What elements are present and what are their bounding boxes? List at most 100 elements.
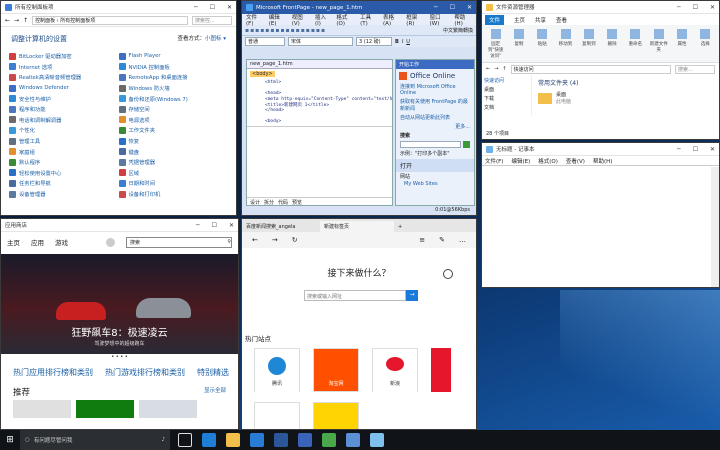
more-link[interactable]: 更多... [396, 123, 474, 130]
media-icon[interactable] [322, 433, 336, 447]
nav-item[interactable]: 下载 [484, 95, 529, 104]
control-panel-item[interactable]: Flash Player [118, 51, 229, 62]
featured-link[interactable]: 特别精选 [197, 367, 229, 378]
menu-item[interactable]: 文件(F) [485, 157, 503, 165]
folder-tile[interactable]: 桌面 此电脑 [538, 91, 578, 105]
avatar[interactable] [106, 237, 115, 247]
control-panel-item[interactable]: RemoteApp 和桌面连接 [118, 72, 229, 83]
ribbon-button[interactable]: 固定到"快速访问" [486, 27, 505, 60]
explorer-icon[interactable] [226, 433, 240, 447]
nav-item[interactable]: 桌面 [484, 86, 529, 95]
close-button[interactable]: ✕ [227, 4, 232, 11]
menu-item[interactable]: 格式(O) [336, 13, 354, 27]
bold-button[interactable]: B [395, 39, 399, 45]
control-panel-item[interactable]: 程序和功能 [9, 104, 119, 115]
control-panel-item[interactable]: BitLocker 驱动器加密 [9, 51, 119, 62]
site-link[interactable]: My Web Sites [396, 181, 474, 187]
ribbon-button[interactable]: 新建文件夹 [649, 27, 668, 60]
view-tab[interactable]: 预览 [292, 199, 302, 206]
notepad-icon[interactable] [370, 433, 384, 447]
top-site-tile[interactable] [254, 402, 300, 429]
search-input[interactable]: 搜索控... [192, 15, 232, 25]
ribbon-button[interactable]: 移动到 [556, 27, 575, 60]
partial-tile[interactable] [431, 348, 451, 392]
font-select[interactable]: 宋体 [288, 37, 353, 46]
control-panel-item[interactable]: 轻松使用设置中心 [9, 168, 119, 179]
menu-item[interactable]: 视图(V) [292, 13, 309, 27]
menu-item[interactable]: 帮助(H) [454, 13, 472, 27]
ribbon-tab[interactable]: 共享 [535, 16, 546, 24]
cortana-search[interactable]: ○ 有问题尽管问我 ♪ [20, 430, 170, 450]
control-panel-item[interactable]: 恢复 [118, 136, 229, 147]
search-input[interactable]: 搜索... [675, 64, 715, 74]
control-panel-item[interactable]: 区域 [118, 168, 229, 179]
search-input[interactable]: 搜索或输入网址 [304, 290, 406, 301]
close-button[interactable]: ✕ [710, 4, 715, 11]
task-link[interactable]: 连接到 Microsoft Office Online [400, 83, 470, 96]
control-panel-item[interactable]: 安全性与维护 [9, 93, 119, 104]
control-panel-item[interactable]: 家庭组 [9, 146, 119, 157]
ribbon-button[interactable]: 复制到 [579, 27, 598, 60]
control-panel-item[interactable]: 设备和打印机 [118, 189, 229, 200]
maximize-button[interactable]: ☐ [450, 4, 455, 11]
ribbon-tab[interactable]: 主页 [514, 16, 525, 24]
view-tab[interactable]: 代码 [278, 199, 288, 206]
menu-item[interactable]: 文件(F) [246, 13, 263, 27]
profile-icon[interactable] [443, 269, 453, 279]
underline-button[interactable]: U [406, 39, 410, 45]
minimize-button[interactable]: ─ [434, 4, 438, 11]
up-button[interactable]: ↑ [23, 17, 28, 24]
close-button[interactable]: ✕ [710, 146, 715, 153]
start-button[interactable]: ⊞ [0, 435, 20, 445]
size-select[interactable]: 3 (12 磅) [356, 37, 392, 46]
control-panel-item[interactable]: Internet 选项 [9, 62, 119, 73]
nav-apps[interactable]: 应用 [31, 237, 44, 247]
xbox-tile[interactable] [76, 400, 134, 418]
maximize-button[interactable]: ☐ [693, 146, 698, 153]
view-tab[interactable]: 拆分 [264, 199, 274, 206]
minimize-button[interactable]: ─ [196, 222, 200, 229]
task-view-icon[interactable] [178, 433, 192, 447]
top-games-link[interactable]: 热门游戏排行榜和类别 [105, 367, 185, 378]
carousel-dots[interactable]: • • • • [1, 354, 238, 364]
ribbon-tab[interactable]: 查看 [556, 16, 567, 24]
search-go-button[interactable] [463, 141, 470, 148]
section-header[interactable]: 常用文件夹 (4) [538, 78, 578, 87]
top-site-tile[interactable] [313, 402, 359, 429]
maximize-button[interactable]: ☐ [212, 222, 217, 229]
style-select[interactable]: 普通 [245, 37, 285, 46]
top-apps-link[interactable]: 热门应用排行榜和类别 [13, 367, 93, 378]
hub-icon[interactable]: ≡ [419, 236, 425, 244]
control-panel-item[interactable]: NVIDIA 控制面板 [118, 62, 229, 73]
menu-item[interactable]: 框架(R) [406, 13, 423, 27]
task-link[interactable]: 自动从网站更新此列表 [400, 114, 470, 121]
ribbon-button[interactable]: 选择 [696, 27, 715, 60]
edge-icon[interactable] [202, 433, 216, 447]
control-panel-item[interactable]: Windows 防火墙 [118, 83, 229, 94]
text-area[interactable] [482, 167, 711, 287]
address-bar[interactable]: 控制面板 › 所有控制面板项 [32, 15, 188, 25]
help-box[interactable]: 中文繁簡轉換 [443, 27, 473, 34]
back-button[interactable]: ← [5, 17, 10, 24]
menu-item[interactable]: 工具(T) [360, 13, 377, 27]
new-tab-button[interactable]: + [394, 222, 406, 232]
forward-button[interactable]: → [272, 236, 278, 244]
minimize-button[interactable]: ─ [194, 4, 198, 11]
search-input[interactable]: 搜索 ⚲ [126, 236, 232, 248]
refresh-button[interactable]: ↻ [292, 236, 298, 244]
nav-home[interactable]: 主页 [7, 237, 20, 247]
control-panel-item[interactable]: 工作文件夹 [118, 125, 229, 136]
nav-item[interactable]: 快速访问 [484, 77, 529, 86]
minimize-button[interactable]: ─ [677, 146, 681, 153]
control-panel-item[interactable]: 任务栏和导航 [9, 178, 119, 189]
close-button[interactable]: ✕ [229, 222, 234, 229]
top-site-tile[interactable]: 淘宝网 [313, 348, 359, 392]
ribbon-button[interactable]: 属性 [672, 27, 691, 60]
menu-item[interactable]: 窗口(W) [430, 13, 449, 27]
italic-button[interactable]: I [402, 39, 403, 45]
control-panel-item[interactable]: 管理工具 [9, 136, 119, 147]
control-panel-item[interactable]: Realtek高清晰音频管理器 [9, 72, 119, 83]
control-panel-item[interactable]: 备份和还原(Windows 7) [118, 93, 229, 104]
minimize-button[interactable]: ─ [677, 4, 681, 11]
code-pane[interactable]: <html> <head> <meta http-equiv="Content-Ty… [247, 79, 392, 127]
